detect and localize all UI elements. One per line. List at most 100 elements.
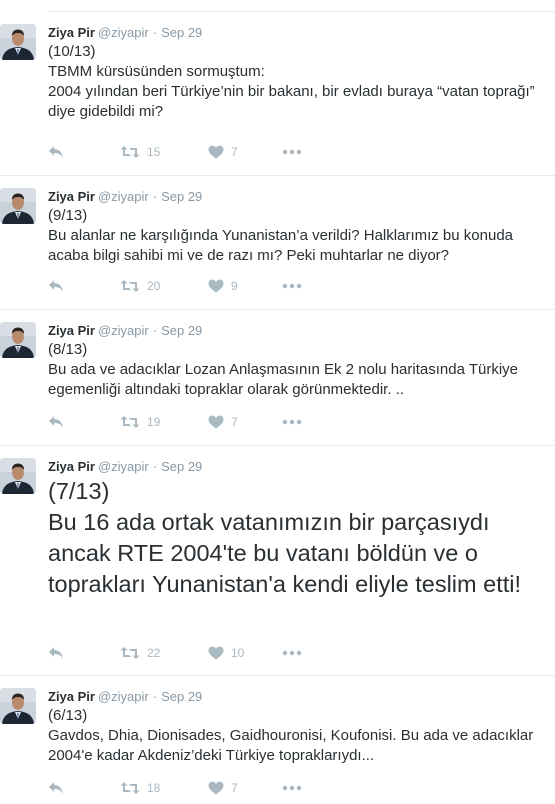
tweet-actions: 20 9	[48, 277, 302, 295]
tweet-header: Ziya Pir @ziyapir · Sep 29	[48, 188, 202, 205]
separator: ·	[152, 459, 158, 474]
heart-icon	[208, 415, 224, 429]
tweet-header: Ziya Pir @ziyapir · Sep 29	[48, 458, 202, 475]
tweet-date[interactable]: Sep 29	[161, 689, 202, 704]
author-name[interactable]: Ziya Pir	[48, 689, 95, 704]
tweet-actions: 15 7	[48, 143, 302, 161]
avatar[interactable]	[0, 24, 36, 60]
retweet-icon	[120, 415, 140, 429]
separator: ·	[152, 189, 158, 204]
like-count: 7	[231, 145, 238, 159]
retweet-count: 22	[147, 646, 161, 660]
author-handle[interactable]: @ziyapir	[98, 25, 149, 40]
retweet-icon	[120, 646, 140, 660]
more-button[interactable]	[282, 283, 302, 289]
retweet-button[interactable]: 20	[120, 279, 208, 293]
more-button[interactable]	[282, 650, 302, 656]
tweet-actions: 22 10	[48, 644, 302, 662]
heart-icon	[208, 145, 224, 159]
author-handle[interactable]: @ziyapir	[98, 689, 149, 704]
author-handle[interactable]: @ziyapir	[98, 323, 149, 338]
reply-button[interactable]	[48, 415, 120, 429]
tweet-header: Ziya Pir @ziyapir · Sep 29	[48, 322, 202, 339]
separator: ·	[152, 323, 158, 338]
like-button[interactable]: 10	[208, 646, 282, 660]
author-name[interactable]: Ziya Pir	[48, 459, 95, 474]
avatar[interactable]	[0, 322, 36, 358]
reply-icon	[48, 279, 64, 293]
heart-icon	[208, 646, 224, 660]
reply-icon	[48, 781, 64, 795]
reply-button[interactable]	[48, 279, 120, 293]
timeline: Ziya Pir @ziyapir · Sep 29 (10/13) TBMM kür…	[0, 0, 555, 804]
tweet-actions: 19 7	[48, 413, 302, 431]
reply-icon	[48, 646, 64, 660]
more-icon	[282, 149, 302, 155]
more-button[interactable]	[282, 419, 302, 425]
tweet-actions: 18 7	[48, 779, 302, 797]
reply-button[interactable]	[48, 646, 120, 660]
retweet-icon	[120, 279, 140, 293]
author-handle[interactable]: @ziyapir	[98, 189, 149, 204]
tweet[interactable]: Ziya Pir @ziyapir · Sep 29 (10/13) TBMM kür…	[0, 12, 555, 176]
heart-icon	[208, 781, 224, 795]
more-icon	[282, 419, 302, 425]
more-icon	[282, 785, 302, 791]
more-button[interactable]	[282, 785, 302, 791]
avatar[interactable]	[0, 688, 36, 724]
like-button[interactable]: 9	[208, 279, 282, 293]
tweet-date[interactable]: Sep 29	[161, 189, 202, 204]
avatar[interactable]	[0, 458, 36, 494]
separator: ·	[152, 25, 158, 40]
reply-icon	[48, 415, 64, 429]
retweet-count: 15	[147, 145, 161, 159]
author-name[interactable]: Ziya Pir	[48, 25, 95, 40]
tweet-text: (8/13) Bu ada ve adacıklar Lozan Anlaşma…	[48, 341, 519, 398]
like-count: 7	[231, 415, 238, 429]
profile-photo	[0, 24, 36, 60]
more-icon	[282, 283, 302, 289]
like-count: 10	[231, 646, 245, 660]
separator: ·	[152, 689, 158, 704]
tweet[interactable]: Ziya Pir @ziyapir · Sep 29 (6/13) Gavdos, D…	[0, 676, 555, 804]
reply-button[interactable]	[48, 145, 120, 159]
retweet-icon	[120, 781, 140, 795]
author-name[interactable]: Ziya Pir	[48, 323, 95, 338]
profile-photo	[0, 188, 36, 224]
profile-photo	[0, 458, 36, 494]
tweet-date[interactable]: Sep 29	[161, 25, 202, 40]
reply-icon	[48, 145, 64, 159]
tweet-text: (10/13) TBMM kürsüsünden sormuştum: 2004…	[48, 43, 535, 120]
tweet[interactable]: Ziya Pir @ziyapir · Sep 29 (7/13) Bu 16 ada…	[0, 446, 555, 676]
retweet-button[interactable]: 19	[120, 415, 208, 429]
more-button[interactable]	[282, 149, 302, 155]
retweet-button[interactable]: 22	[120, 646, 208, 660]
avatar[interactable]	[0, 188, 36, 224]
retweet-count: 18	[147, 781, 161, 795]
like-button[interactable]: 7	[208, 781, 282, 795]
tweet-date[interactable]: Sep 29	[161, 459, 202, 474]
retweet-icon	[120, 145, 140, 159]
like-button[interactable]: 7	[208, 145, 282, 159]
retweet-count: 20	[147, 279, 161, 293]
retweet-button[interactable]: 15	[120, 145, 208, 159]
tweet-text: (9/13) Bu alanlar ne karşılığında Yunani…	[48, 207, 513, 264]
tweet-header: Ziya Pir @ziyapir · Sep 29	[48, 688, 202, 705]
tweet-text: (6/13) Gavdos, Dhia, Dionisades, Gaidhou…	[48, 707, 534, 764]
profile-photo	[0, 688, 36, 724]
profile-photo	[0, 322, 36, 358]
tweet-text: (7/13) Bu 16 ada ortak vatanımızın bir p…	[48, 478, 522, 597]
tweet[interactable]: Ziya Pir @ziyapir · Sep 29 (8/13) Bu ada ve…	[0, 310, 555, 446]
like-count: 7	[231, 781, 238, 795]
like-count: 9	[231, 279, 238, 293]
retweet-count: 19	[147, 415, 161, 429]
tweet-date[interactable]: Sep 29	[161, 323, 202, 338]
tweet[interactable]: Ziya Pir @ziyapir · Sep 29 (9/13) Bu alanla…	[0, 176, 555, 310]
reply-button[interactable]	[48, 781, 120, 795]
retweet-button[interactable]: 18	[120, 781, 208, 795]
author-handle[interactable]: @ziyapir	[98, 459, 149, 474]
author-name[interactable]: Ziya Pir	[48, 189, 95, 204]
like-button[interactable]: 7	[208, 415, 282, 429]
more-icon	[282, 650, 302, 656]
tweet-header: Ziya Pir @ziyapir · Sep 29	[48, 24, 202, 41]
